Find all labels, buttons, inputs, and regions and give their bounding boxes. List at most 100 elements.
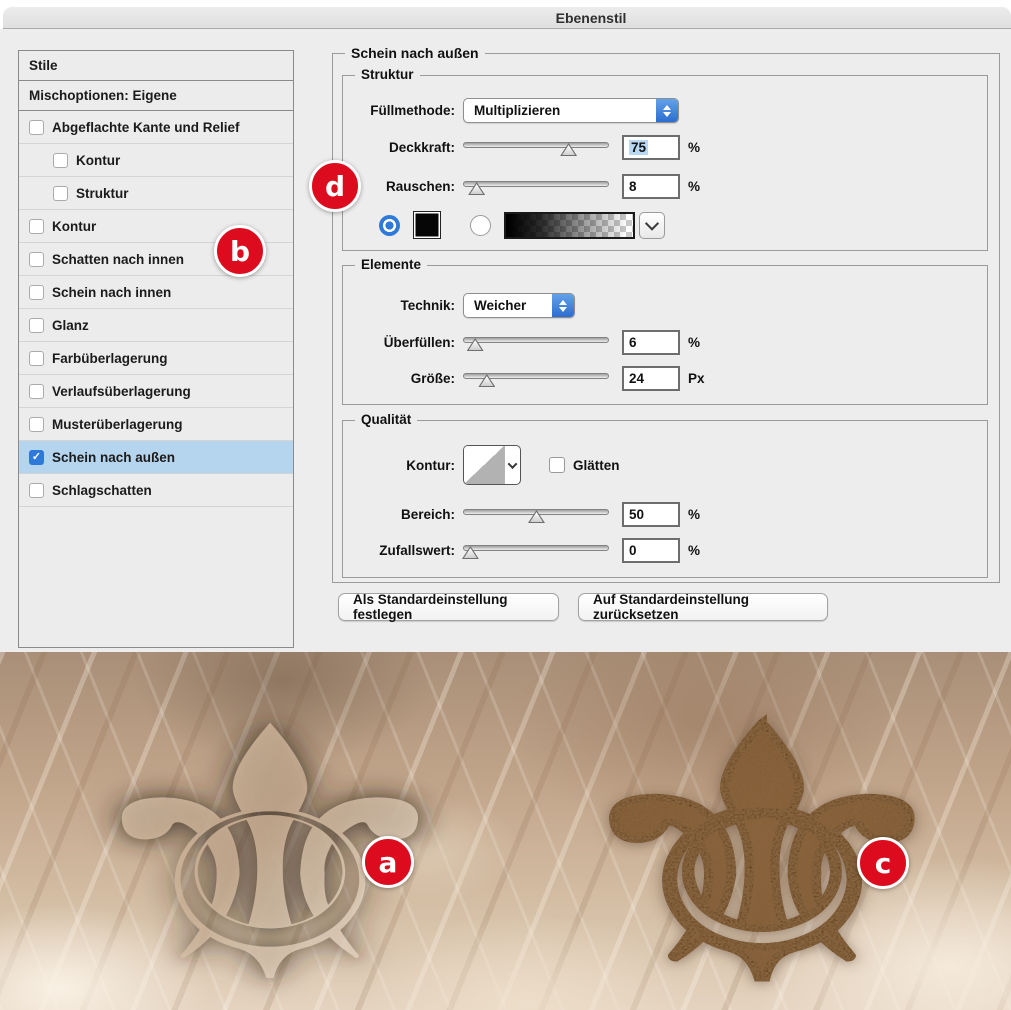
checkbox-unchecked[interactable] [29,317,44,333]
size-label: Größe: [410,371,455,386]
sidebar-item-bevel-emboss[interactable]: Abgeflachte Kante und Relief [19,111,293,144]
checkbox-unchecked[interactable] [29,119,44,135]
spread-input[interactable]: 6 [622,330,680,355]
blend-mode-row: Füllmethode: Multiplizieren [343,98,987,123]
slider-thumb[interactable] [528,510,545,523]
opacity-label: Deckkraft: [388,140,455,155]
checkbox-unchecked[interactable] [29,482,44,498]
range-row: Bereich: 50 % [343,502,987,527]
chevron-up-down-icon [552,294,574,317]
svg-text:⚜: ⚜ [63,653,477,1010]
set-default-button[interactable]: Als Standardeinstellung festlegen [338,592,559,622]
layer-style-dialog: Stile Mischoptionen: Eigene Abgeflachte … [0,29,1011,652]
contour-label: Kontur: [406,457,455,473]
sidebar-item-blending-options[interactable]: Mischoptionen: Eigene [19,81,293,111]
spread-label: Überfüllen: [383,335,455,350]
size-row: Größe: 24 Px [343,366,987,391]
size-unit: Px [688,371,705,386]
sidebar-item-inner-glow[interactable]: Schein nach innen [19,276,293,309]
range-input[interactable]: 50 [622,502,680,527]
checkbox-unchecked[interactable] [53,152,68,168]
spread-row: Überfüllen: 6 % [343,330,987,355]
checkbox-unchecked[interactable] [29,350,44,366]
fleur-de-lis-outer-glow: ⚜ [63,653,477,1010]
chevron-down-icon [644,216,660,231]
callout-badge-b: b [214,225,266,277]
noise-input[interactable]: 8 [622,174,680,199]
sidebar-header-stile[interactable]: Stile [19,51,293,81]
elements-title: Elemente [355,257,428,272]
size-input[interactable]: 24 [622,366,680,391]
slider-thumb[interactable] [466,338,484,351]
spread-slider[interactable] [463,334,609,351]
checkbox-unchecked[interactable] [29,218,44,234]
gradient-swatch[interactable] [504,211,635,239]
opacity-input[interactable]: 75 [622,135,680,160]
dialog-titlebar[interactable]: Ebenenstil [3,7,1011,29]
checkbox-unchecked[interactable] [29,284,44,300]
outer-glow-group: Schein nach außen Struktur Füllmethode: … [332,45,1000,583]
checkbox-unchecked[interactable] [29,383,44,399]
range-slider[interactable] [463,506,609,523]
technique-label: Technik: [400,298,455,313]
opacity-row: Deckkraft: 75 % [343,135,987,160]
sidebar-item-contour-sub[interactable]: Kontur [19,144,293,177]
fleur-de-lis-noise-glow: ⚜ [551,652,973,1010]
checkbox-checked[interactable]: ✓ [29,449,44,465]
dialog-title: Ebenenstil [555,10,627,26]
blend-mode-select[interactable]: Multiplizieren [463,98,679,123]
range-label: Bereich: [400,507,455,522]
blend-mode-label: Füllmethode: [370,103,455,118]
slider-thumb[interactable] [478,374,496,387]
solid-color-radio[interactable] [379,214,400,236]
sidebar-item-pattern-overlay[interactable]: Musterüberlagerung [19,408,293,441]
slider-thumb[interactable] [560,143,578,156]
jitter-unit: % [688,543,701,558]
jitter-input[interactable]: 0 [622,538,680,563]
checkbox-unchecked[interactable] [29,251,44,267]
checkbox-unchecked[interactable] [53,185,68,201]
technique-select[interactable]: Weicher [463,293,575,318]
technique-row: Technik: Weicher [343,293,987,318]
spread-unit: % [688,335,701,350]
opacity-slider[interactable] [463,139,609,156]
noise-row: Rauschen: 8 % [343,174,987,199]
sidebar-item-gradient-overlay[interactable]: Verlaufsüberlagerung [19,375,293,408]
contour-picker[interactable] [463,445,521,485]
contour-row: Kontur: Glätten [343,445,987,485]
gradient-picker-button[interactable] [639,211,665,239]
gradient-radio[interactable] [470,214,491,236]
glow-color-row [379,211,987,239]
contour-thumbnail[interactable] [464,446,504,484]
sidebar-item-color-overlay[interactable]: Farbüberlagerung [19,342,293,375]
sidebar-item-drop-shadow[interactable]: Schlagschatten [19,474,293,507]
sidebar-item-satin[interactable]: Glanz [19,309,293,342]
jitter-slider[interactable] [461,542,609,559]
size-slider[interactable] [463,370,609,387]
glow-color-swatch[interactable] [413,211,441,239]
callout-badge-d: d [309,160,361,212]
checkbox-unchecked[interactable] [29,416,44,432]
chevron-down-icon [507,458,518,469]
callout-badge-a: a [362,836,414,888]
sidebar-item-texture-sub[interactable]: Struktur [19,177,293,210]
callout-badge-c: c [857,837,909,889]
structure-fieldset: Struktur Füllmethode: Multiplizieren Dec… [342,67,988,251]
anti-aliased-checkbox[interactable] [549,457,565,473]
noise-unit: % [688,179,701,194]
sidebar-item-outer-glow[interactable]: ✓ Schein nach außen [19,441,293,474]
marble-image: ⚜ ⚜ [0,652,1011,1010]
chevron-up-down-icon [656,99,678,122]
structure-title: Struktur [355,67,420,82]
range-unit: % [688,507,701,522]
slider-thumb[interactable] [468,182,486,195]
quality-fieldset: Qualität Kontur: Glätten Bereich: 50 % Z… [342,412,988,578]
anti-aliased-label: Glätten [573,457,620,473]
jitter-row: Zufallswert: 0 % [343,538,987,563]
reset-default-button[interactable]: Auf Standardeinstellung zurücksetzen [578,592,828,622]
contour-arrow-strip[interactable] [504,446,520,484]
elements-fieldset: Elemente Technik: Weicher Überfüllen: 6 … [342,257,988,405]
group-title: Schein nach außen [345,45,485,61]
noise-slider[interactable] [463,178,609,195]
slider-thumb[interactable] [461,546,479,559]
